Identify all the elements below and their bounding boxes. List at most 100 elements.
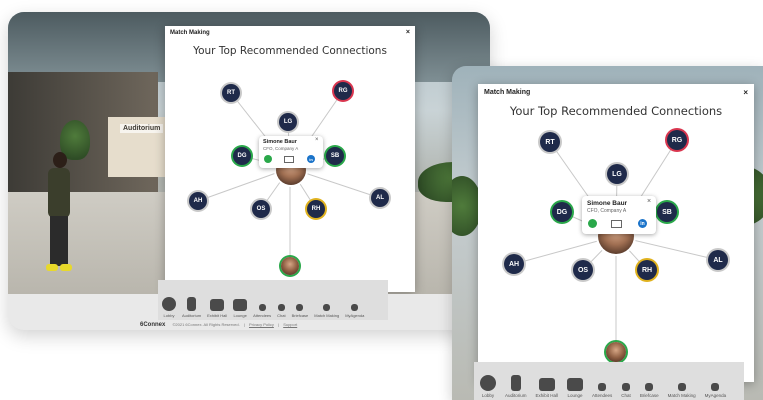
node-AL[interactable]: AL [708, 250, 728, 270]
chat-bubble-icon[interactable] [588, 219, 597, 228]
close-icon[interactable]: × [647, 198, 651, 205]
lounge-icon [567, 378, 584, 391]
privacy-link[interactable]: Privacy Policy [249, 322, 274, 327]
node-DG[interactable]: DG [233, 147, 251, 165]
taskbar-label: MyAgenda [704, 393, 727, 398]
taskbar-item-attendees[interactable]: Attendees [592, 383, 612, 398]
lounge-icon [233, 299, 248, 311]
match-making-modal-back: Match Making × Your Top Recommended Conn… [165, 26, 415, 292]
close-icon[interactable]: × [315, 137, 319, 143]
taskbar-label: Lounge [567, 393, 583, 398]
virtual-event-window-back: Auditorium Match Making × Your Top Recom… [8, 12, 490, 330]
taskbar-item-chat[interactable]: Chat [277, 304, 286, 318]
lobby-icon [162, 297, 176, 311]
attendees-icon [258, 304, 266, 311]
taskbar-item-exhibit-hall[interactable]: Exhibit Hall [207, 299, 227, 318]
taskbar-item-auditorium[interactable]: Auditorium [182, 297, 201, 318]
auditorium-icon [510, 375, 521, 391]
footer: 6Connex ©2021 6Connex. All Rights Reserv… [140, 322, 298, 328]
taskbar-label: Match Making [667, 393, 696, 398]
taskbar-item-lobby[interactable]: Lobby [162, 297, 176, 318]
taskbar-front: Lobby Auditorium Exhibit Hall Lounge Att… [474, 362, 744, 400]
match-user-photo[interactable] [281, 257, 299, 275]
taskbar-item-chat[interactable]: Chat [621, 383, 631, 398]
auditorium-icon [187, 297, 197, 311]
taskbar-back: Lobby Auditorium Exhibit Hall Lounge Att… [158, 280, 388, 320]
node-DG[interactable]: DG [552, 202, 572, 222]
taskbar-item-match-making[interactable]: Match Making [314, 304, 339, 318]
taskbar-label: Attendees [592, 393, 613, 398]
exhibit-hall-icon [210, 299, 225, 311]
agenda-icon [711, 383, 720, 391]
visitor-body [48, 168, 70, 218]
taskbar-label: MyAgenda [345, 313, 365, 318]
profile-name: Simone Baur [263, 139, 297, 145]
profile-card: Simone Baur CFO, Company A × in [582, 196, 656, 234]
profile-name: Simone Baur [587, 200, 628, 207]
taskbar-item-auditorium[interactable]: Auditorium [505, 375, 527, 398]
taskbar-label: Briefcase [291, 313, 309, 318]
exhibit-hall-icon [538, 378, 555, 391]
envelope-icon[interactable] [611, 220, 622, 228]
visitor-shoe [46, 264, 58, 271]
briefcase-icon [645, 383, 654, 391]
taskbar-label: Auditorium [182, 313, 202, 318]
brand-logo: 6Connex [140, 322, 166, 328]
virtual-event-window-front: Match Making × Your Top Recommended Conn… [452, 66, 763, 400]
auditorium-sign: Auditorium [120, 124, 164, 133]
taskbar-item-briefcase[interactable]: Briefcase [640, 383, 659, 398]
briefcase-icon [296, 304, 304, 311]
taskbar-label: Exhibit Hall [207, 313, 228, 318]
envelope-icon[interactable] [284, 156, 294, 163]
support-link[interactable]: Support [283, 322, 297, 327]
copyright: ©2021 6Connex. All Rights Reserved. [172, 322, 240, 327]
node-RG[interactable]: RG [334, 82, 352, 100]
node-SB[interactable]: SB [326, 147, 344, 165]
chat-icon [277, 304, 285, 311]
visitor-legs [50, 216, 68, 266]
walking-visitor [46, 152, 72, 272]
node-OS[interactable]: OS [252, 200, 270, 218]
taskbar-item-match-making[interactable]: Match Making [668, 383, 696, 398]
taskbar-item-briefcase[interactable]: Briefcase [291, 304, 309, 318]
node-LG[interactable]: LG [279, 113, 297, 131]
node-AH[interactable]: AH [504, 254, 524, 274]
taskbar-item-myagenda[interactable]: MyAgenda [704, 383, 727, 398]
taskbar-label: Lounge [233, 313, 247, 318]
match-user-photo[interactable] [606, 342, 626, 362]
lobby-icon [480, 375, 496, 391]
visitor-head [53, 152, 67, 168]
node-SB[interactable]: SB [657, 202, 677, 222]
chat-icon [622, 383, 631, 391]
node-AL[interactable]: AL [371, 189, 389, 207]
stage: Auditorium Match Making × Your Top Recom… [0, 0, 763, 400]
agenda-icon [351, 304, 359, 311]
taskbar-item-exhibit-hall[interactable]: Exhibit Hall [536, 378, 558, 398]
taskbar-item-lounge[interactable]: Lounge [233, 299, 248, 318]
taskbar-label: Chat [277, 313, 286, 318]
node-LG[interactable]: LG [607, 164, 627, 184]
profile-role: CFO, Company A [587, 208, 627, 214]
taskbar-label: Match Making [314, 313, 340, 318]
taskbar-label: Lobby [481, 393, 495, 398]
node-OS[interactable]: OS [573, 260, 593, 280]
taskbar-item-lounge[interactable]: Lounge [567, 378, 584, 398]
node-RG[interactable]: RG [667, 130, 687, 150]
linkedin-icon[interactable]: in [638, 219, 647, 228]
taskbar-item-myagenda[interactable]: MyAgenda [345, 304, 364, 318]
match-making-icon [677, 383, 686, 391]
linkedin-icon[interactable]: in [307, 155, 315, 163]
taskbar-item-lobby[interactable]: Lobby [480, 375, 496, 398]
match-making-modal: Match Making × Your Top Recommended Conn… [478, 84, 754, 382]
node-RT[interactable]: RT [540, 132, 560, 152]
node-RH[interactable]: RH [307, 200, 325, 218]
chat-bubble-icon[interactable] [264, 155, 272, 163]
node-RT[interactable]: RT [222, 84, 240, 102]
taskbar-item-attendees[interactable]: Attendees [253, 304, 271, 318]
taskbar-label: Auditorium [505, 393, 527, 398]
taskbar-label: Lobby [163, 313, 175, 318]
lobby-3d-scene[interactable]: Auditorium Match Making × Your Top Recom… [8, 12, 490, 294]
node-RH[interactable]: RH [637, 260, 657, 280]
node-AH[interactable]: AH [189, 192, 207, 210]
profile-card: Simone Baur CFO, Company A × in [259, 136, 323, 168]
